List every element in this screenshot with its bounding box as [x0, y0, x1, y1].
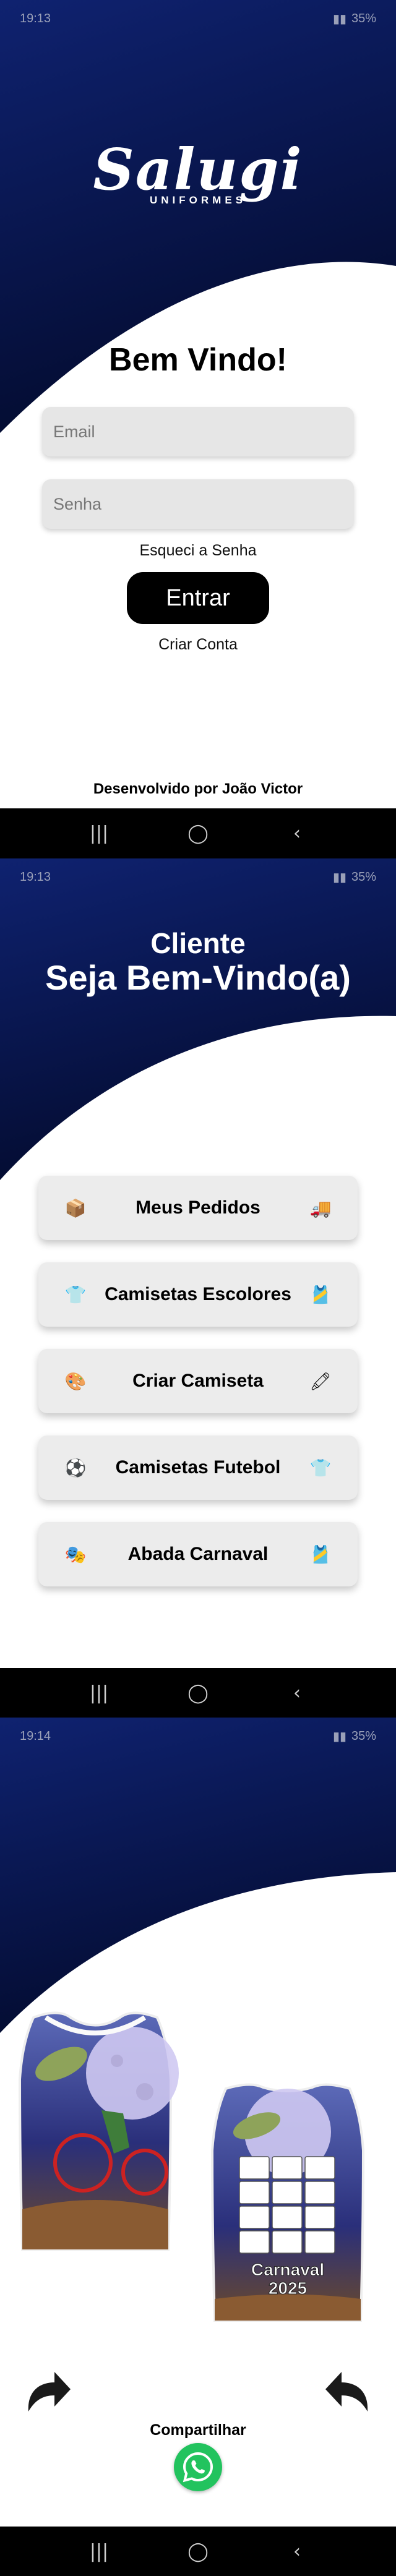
page-title: Bem Vindo!	[109, 342, 287, 378]
brand-logo: Salugi UNIFORMES	[0, 141, 396, 207]
signal-icon: ▮▮	[332, 870, 346, 884]
tshirt-icon: 👕	[64, 1284, 87, 1305]
tshirt-icon: 👕	[309, 1457, 332, 1478]
system-nav-bar: ||| ◯ ‹	[0, 1668, 396, 1718]
recent-apps-button[interactable]: |||	[80, 1682, 118, 1704]
palette-icon: 🎨	[64, 1371, 87, 1392]
system-nav-bar: ||| ◯ ‹	[0, 808, 396, 858]
home-button[interactable]: ◯	[179, 823, 217, 844]
system-nav-bar: ||| ◯ ‹	[0, 2527, 396, 2576]
home-button[interactable]: ◯	[179, 2541, 217, 2562]
share-label: Compartilhar	[150, 2421, 246, 2439]
status-bar: 19:14 ▮▮ 35%	[0, 1718, 396, 1755]
running-shirt-icon: 🎽	[309, 1544, 332, 1565]
password-field[interactable]: Senha	[42, 479, 354, 529]
back-button[interactable]: ‹	[278, 823, 316, 844]
package-icon: 📦	[64, 1197, 87, 1218]
status-time: 19:13	[20, 11, 51, 25]
battery-level: 35%	[351, 11, 376, 25]
soccer-ball-icon: ⚽	[64, 1457, 87, 1478]
page-subtitle: Seja Bem-Vindo(a)	[45, 958, 351, 997]
shirt-text-carnaval: Carnaval	[251, 2260, 324, 2279]
menu-item-abada-carnaval[interactable]: 🎭 Abada Carnaval 🎽	[38, 1522, 358, 1586]
menu-item-label: Camisetas Escolores	[105, 1284, 291, 1304]
brand-name: Salugi	[93, 136, 303, 203]
login-button[interactable]: Entrar	[127, 572, 269, 624]
menu-item-meus-pedidos[interactable]: 📦 Meus Pedidos 🚚	[38, 1176, 358, 1240]
previous-arrow-icon[interactable]	[323, 2367, 372, 2416]
crayon-icon: 🖍	[309, 1371, 332, 1392]
developer-credit: Desenvolvido por João Victor	[93, 781, 303, 797]
login-screen: 19:13 ▮▮ 35% Salugi UNIFORMES Bem Vindo! …	[0, 0, 396, 808]
status-time: 19:14	[20, 1729, 51, 1743]
shirt-back-image: Carnaval 2025	[210, 2083, 365, 2322]
status-bar: 19:13 ▮▮ 35%	[0, 858, 396, 896]
signal-icon: ▮▮	[332, 1729, 346, 1744]
battery-level: 35%	[351, 1729, 376, 1743]
recent-apps-button[interactable]: |||	[80, 2541, 118, 2562]
menu-item-label: Camisetas Futebol	[115, 1457, 281, 1478]
shirt-front-image	[18, 2011, 179, 2251]
menu-item-label: Meus Pedidos	[136, 1197, 260, 1218]
create-account-link[interactable]: Criar Conta	[0, 636, 396, 654]
next-arrow-icon[interactable]	[24, 2367, 73, 2416]
battery-level: 35%	[351, 870, 376, 884]
menu-item-label: Abada Carnaval	[127, 1544, 269, 1564]
page-title: Cliente	[150, 927, 246, 959]
client-menu-screen: 19:13 ▮▮ 35% Cliente Seja Bem-Vindo(a) 📦 …	[0, 858, 396, 1668]
menu-item-camisetas-futebol[interactable]: ⚽ Camisetas Futebol 👕	[38, 1436, 358, 1500]
signal-icon: ▮▮	[332, 12, 346, 26]
menu-item-camisetas-escolores[interactable]: 👕 Camisetas Escolores 🎽	[38, 1262, 358, 1327]
background-shape	[0, 0, 396, 808]
email-field[interactable]: Email	[42, 407, 354, 456]
recent-apps-button[interactable]: |||	[80, 823, 118, 844]
menu-item-criar-camiseta[interactable]: 🎨 Criar Camiseta 🖍	[38, 1349, 358, 1413]
forgot-password-link[interactable]: Esqueci a Senha	[0, 542, 396, 560]
back-button[interactable]: ‹	[278, 2541, 316, 2562]
running-shirt-icon: 🎽	[309, 1284, 332, 1305]
status-time: 19:13	[20, 870, 51, 884]
home-button[interactable]: ◯	[179, 1682, 217, 1704]
shirt-preview-screen: 19:14 ▮▮ 35% Carnaval 2025	[0, 1718, 396, 2527]
menu-item-label: Criar Camiseta	[132, 1371, 264, 1391]
truck-icon: 🚚	[309, 1197, 332, 1218]
whatsapp-share-button[interactable]	[174, 2443, 222, 2491]
status-bar: 19:13 ▮▮ 35%	[0, 0, 396, 37]
whatsapp-icon	[183, 2452, 213, 2483]
brand-subtitle: UNIFORMES	[150, 194, 246, 206]
back-button[interactable]: ‹	[278, 1682, 316, 1704]
masks-icon: 🎭	[64, 1544, 87, 1565]
